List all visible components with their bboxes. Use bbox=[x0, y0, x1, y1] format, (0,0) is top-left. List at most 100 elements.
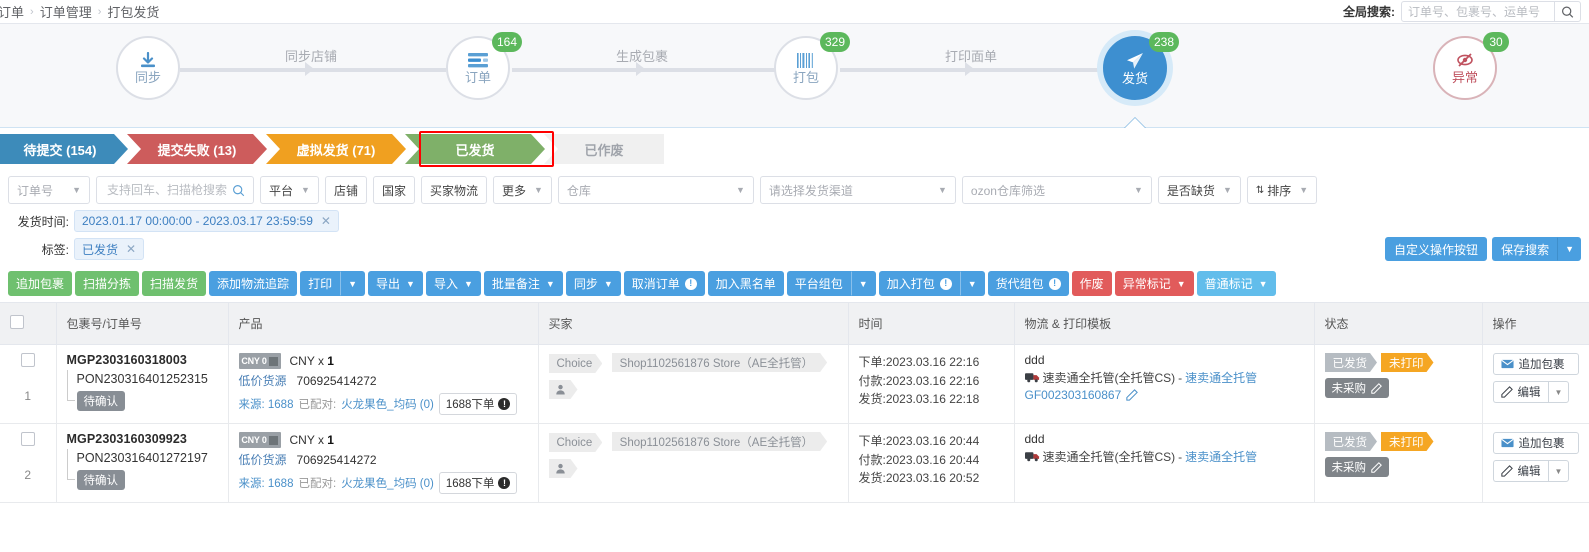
edit-action-dropdown[interactable]: ▼ bbox=[1547, 460, 1570, 482]
product-thumbnail[interactable]: CNY 0 bbox=[238, 353, 281, 369]
close-icon[interactable]: ✕ bbox=[321, 214, 331, 228]
search-input-wrapper[interactable] bbox=[96, 176, 254, 204]
blacklist-button[interactable]: 加入黑名单 bbox=[707, 271, 784, 296]
order-1688-button[interactable]: 1688下单 ! bbox=[438, 393, 518, 415]
order-no-select[interactable]: 订单号 ▼ bbox=[8, 176, 90, 204]
add-to-pack-dropdown[interactable]: ▼ bbox=[959, 271, 985, 296]
buyer-store-tag: Shop1102561876 Store（AE全托管） bbox=[612, 353, 827, 372]
add-to-pack-button[interactable]: 加入打包 ! bbox=[878, 271, 960, 296]
edit-action-dropdown[interactable]: ▼ bbox=[1547, 381, 1570, 403]
product-thumbnail[interactable]: CNY 0 bbox=[238, 432, 281, 448]
append-package-button[interactable]: 追加包裹 bbox=[8, 271, 73, 296]
truck-icon bbox=[1024, 373, 1039, 383]
order-no-select-value: 订单号 bbox=[17, 183, 54, 198]
tab-submit-failed[interactable]: 提交失败 (13) bbox=[127, 134, 267, 164]
add-package-action[interactable]: 追加包裹 bbox=[1492, 432, 1579, 454]
logistics-cell: ddd 速卖通全托管(全托管CS) - 速卖通全托管 bbox=[1014, 423, 1315, 503]
edit-label: 编辑 bbox=[1517, 466, 1541, 478]
scan-ship-button[interactable]: 扫描发货 bbox=[142, 271, 207, 296]
status-shipped-badge: 已发货 bbox=[1325, 432, 1378, 451]
sync-button[interactable]: 同步 ▼ bbox=[565, 271, 621, 296]
add-package-action[interactable]: 追加包裹 bbox=[1492, 353, 1579, 375]
tab-pending-submit[interactable]: 待提交 (154) bbox=[0, 134, 128, 164]
ship-channel-select[interactable]: 请选择发货渠道 ▼ bbox=[759, 176, 956, 204]
out-of-stock-filter-button[interactable]: 是否缺货 ▼ bbox=[1157, 176, 1241, 204]
status-cell: 已发货 未打印 未采购 bbox=[1314, 423, 1483, 503]
void-button[interactable]: 作废 bbox=[1071, 271, 1112, 296]
status-purchase-badge[interactable]: 未采购 bbox=[1324, 378, 1389, 398]
logistics-template-link[interactable]: 速卖通全托管 bbox=[1185, 369, 1257, 386]
platform-group-dropdown[interactable]: ▼ bbox=[850, 271, 876, 296]
edit-action[interactable]: 编辑 bbox=[1492, 460, 1548, 482]
package-no[interactable]: MGP2303160318003 bbox=[67, 353, 218, 367]
export-button[interactable]: 导出 ▼ bbox=[368, 271, 423, 296]
more-filter-button[interactable]: 更多 ▼ bbox=[492, 176, 552, 204]
status-purchase-badge[interactable]: 未采购 bbox=[1324, 457, 1389, 477]
step-pack[interactable]: 打包 329 bbox=[774, 32, 850, 100]
print-dropdown[interactable]: ▼ bbox=[340, 271, 365, 296]
global-search-input[interactable] bbox=[1402, 2, 1554, 21]
step-order[interactable]: 订单 164 bbox=[446, 32, 522, 100]
warehouse-select[interactable]: 仓库 ▼ bbox=[557, 176, 754, 204]
product-source[interactable]: 来源: 1688 bbox=[239, 396, 294, 412]
scan-sort-button[interactable]: 扫描分拣 bbox=[75, 271, 140, 296]
close-icon[interactable]: ✕ bbox=[126, 242, 136, 256]
save-search-dropdown[interactable]: ▼ bbox=[1558, 237, 1581, 261]
forwarder-group-button[interactable]: 货代组包 ! bbox=[987, 271, 1069, 296]
platform-filter-button[interactable]: 平台 ▼ bbox=[260, 176, 319, 204]
user-icon bbox=[555, 384, 566, 395]
buyer-store-tag: Shop1102561876 Store（AE全托管） bbox=[612, 432, 827, 451]
tag-filter-chip[interactable]: 已发货 ✕ bbox=[74, 238, 145, 260]
step-sync[interactable]: 同步 bbox=[116, 36, 180, 100]
product-matched-value[interactable]: 火龙果色_均码 (0) bbox=[341, 475, 434, 491]
date-filter-chip[interactable]: 2023.01.17 00:00:00 - 2023.03.17 23:59:5… bbox=[74, 210, 339, 232]
logistics-template-link[interactable]: 速卖通全托管 bbox=[1185, 448, 1257, 465]
row-checkbox[interactable] bbox=[20, 353, 35, 367]
product-source[interactable]: 来源: 1688 bbox=[239, 475, 294, 491]
print-button[interactable]: 打印 bbox=[300, 271, 341, 296]
row-checkbox[interactable] bbox=[20, 432, 35, 446]
low-price-source-link[interactable]: 低价货源 bbox=[239, 451, 287, 468]
cancel-order-button[interactable]: 取消订单 ! bbox=[623, 271, 705, 296]
global-search-button[interactable] bbox=[1554, 2, 1580, 21]
abnormal-mark-button[interactable]: 异常标记 ▼ bbox=[1114, 271, 1194, 296]
step-ship[interactable]: 发货 238 bbox=[1103, 32, 1179, 129]
breadcrumb-item-0[interactable]: 订单 bbox=[0, 2, 24, 21]
sort-button[interactable]: ⇅ 排序 ▼ bbox=[1246, 176, 1318, 204]
tab-shipped[interactable]: 已发货 bbox=[405, 134, 545, 164]
normal-mark-button[interactable]: 普通标记 ▼ bbox=[1196, 271, 1276, 296]
search-icon[interactable] bbox=[232, 184, 245, 197]
custom-action-button[interactable]: 自定义操作按钮 bbox=[1385, 237, 1488, 261]
ozon-warehouse-select[interactable]: ozon仓库筛选 ▼ bbox=[961, 176, 1152, 204]
shop-filter-button[interactable]: 店铺 bbox=[324, 176, 367, 204]
global-search-box[interactable] bbox=[1401, 1, 1581, 22]
order-no[interactable]: PON230316401272197 bbox=[77, 451, 218, 465]
edit-icon[interactable] bbox=[1126, 389, 1139, 401]
tracking-number[interactable]: GF002303160867 bbox=[1025, 388, 1122, 402]
step-abnormal[interactable]: 异常 30 bbox=[1433, 32, 1509, 100]
import-button[interactable]: 导入 ▼ bbox=[425, 271, 481, 296]
save-search-button[interactable]: 保存搜索 bbox=[1492, 237, 1559, 261]
chevron-down-icon: ▼ bbox=[1134, 185, 1143, 195]
product-matched-value[interactable]: 火龙果色_均码 (0) bbox=[341, 396, 434, 412]
product-thumbnail-price: CNY 0 bbox=[241, 435, 267, 445]
search-input[interactable] bbox=[105, 182, 229, 198]
low-price-source-link[interactable]: 低价货源 bbox=[239, 372, 287, 389]
edit-action[interactable]: 编辑 bbox=[1492, 381, 1548, 403]
tab-voided[interactable]: 已作废 bbox=[544, 134, 664, 164]
buyer-logistics-filter-button[interactable]: 买家物流 bbox=[420, 176, 487, 204]
order-1688-button[interactable]: 1688下单 ! bbox=[438, 472, 518, 494]
order-no[interactable]: PON230316401252315 bbox=[77, 372, 218, 386]
buyer-avatar-tag[interactable] bbox=[549, 459, 578, 478]
add-tracking-button[interactable]: 添加物流追踪 bbox=[209, 271, 298, 296]
package-no[interactable]: MGP2303160309923 bbox=[67, 432, 218, 446]
edit-icon[interactable] bbox=[1371, 382, 1382, 394]
edit-icon[interactable] bbox=[1371, 461, 1382, 473]
buyer-avatar-tag[interactable] bbox=[549, 380, 578, 399]
country-filter-button[interactable]: 国家 bbox=[372, 176, 415, 204]
tab-virtual-shipped[interactable]: 虚拟发货 (71) bbox=[266, 134, 406, 164]
platform-group-button[interactable]: 平台组包 bbox=[786, 271, 851, 296]
select-all-checkbox[interactable] bbox=[10, 315, 24, 329]
batch-remark-button[interactable]: 批量备注 ▼ bbox=[483, 271, 563, 296]
breadcrumb-item-1[interactable]: 订单管理 bbox=[40, 2, 92, 21]
